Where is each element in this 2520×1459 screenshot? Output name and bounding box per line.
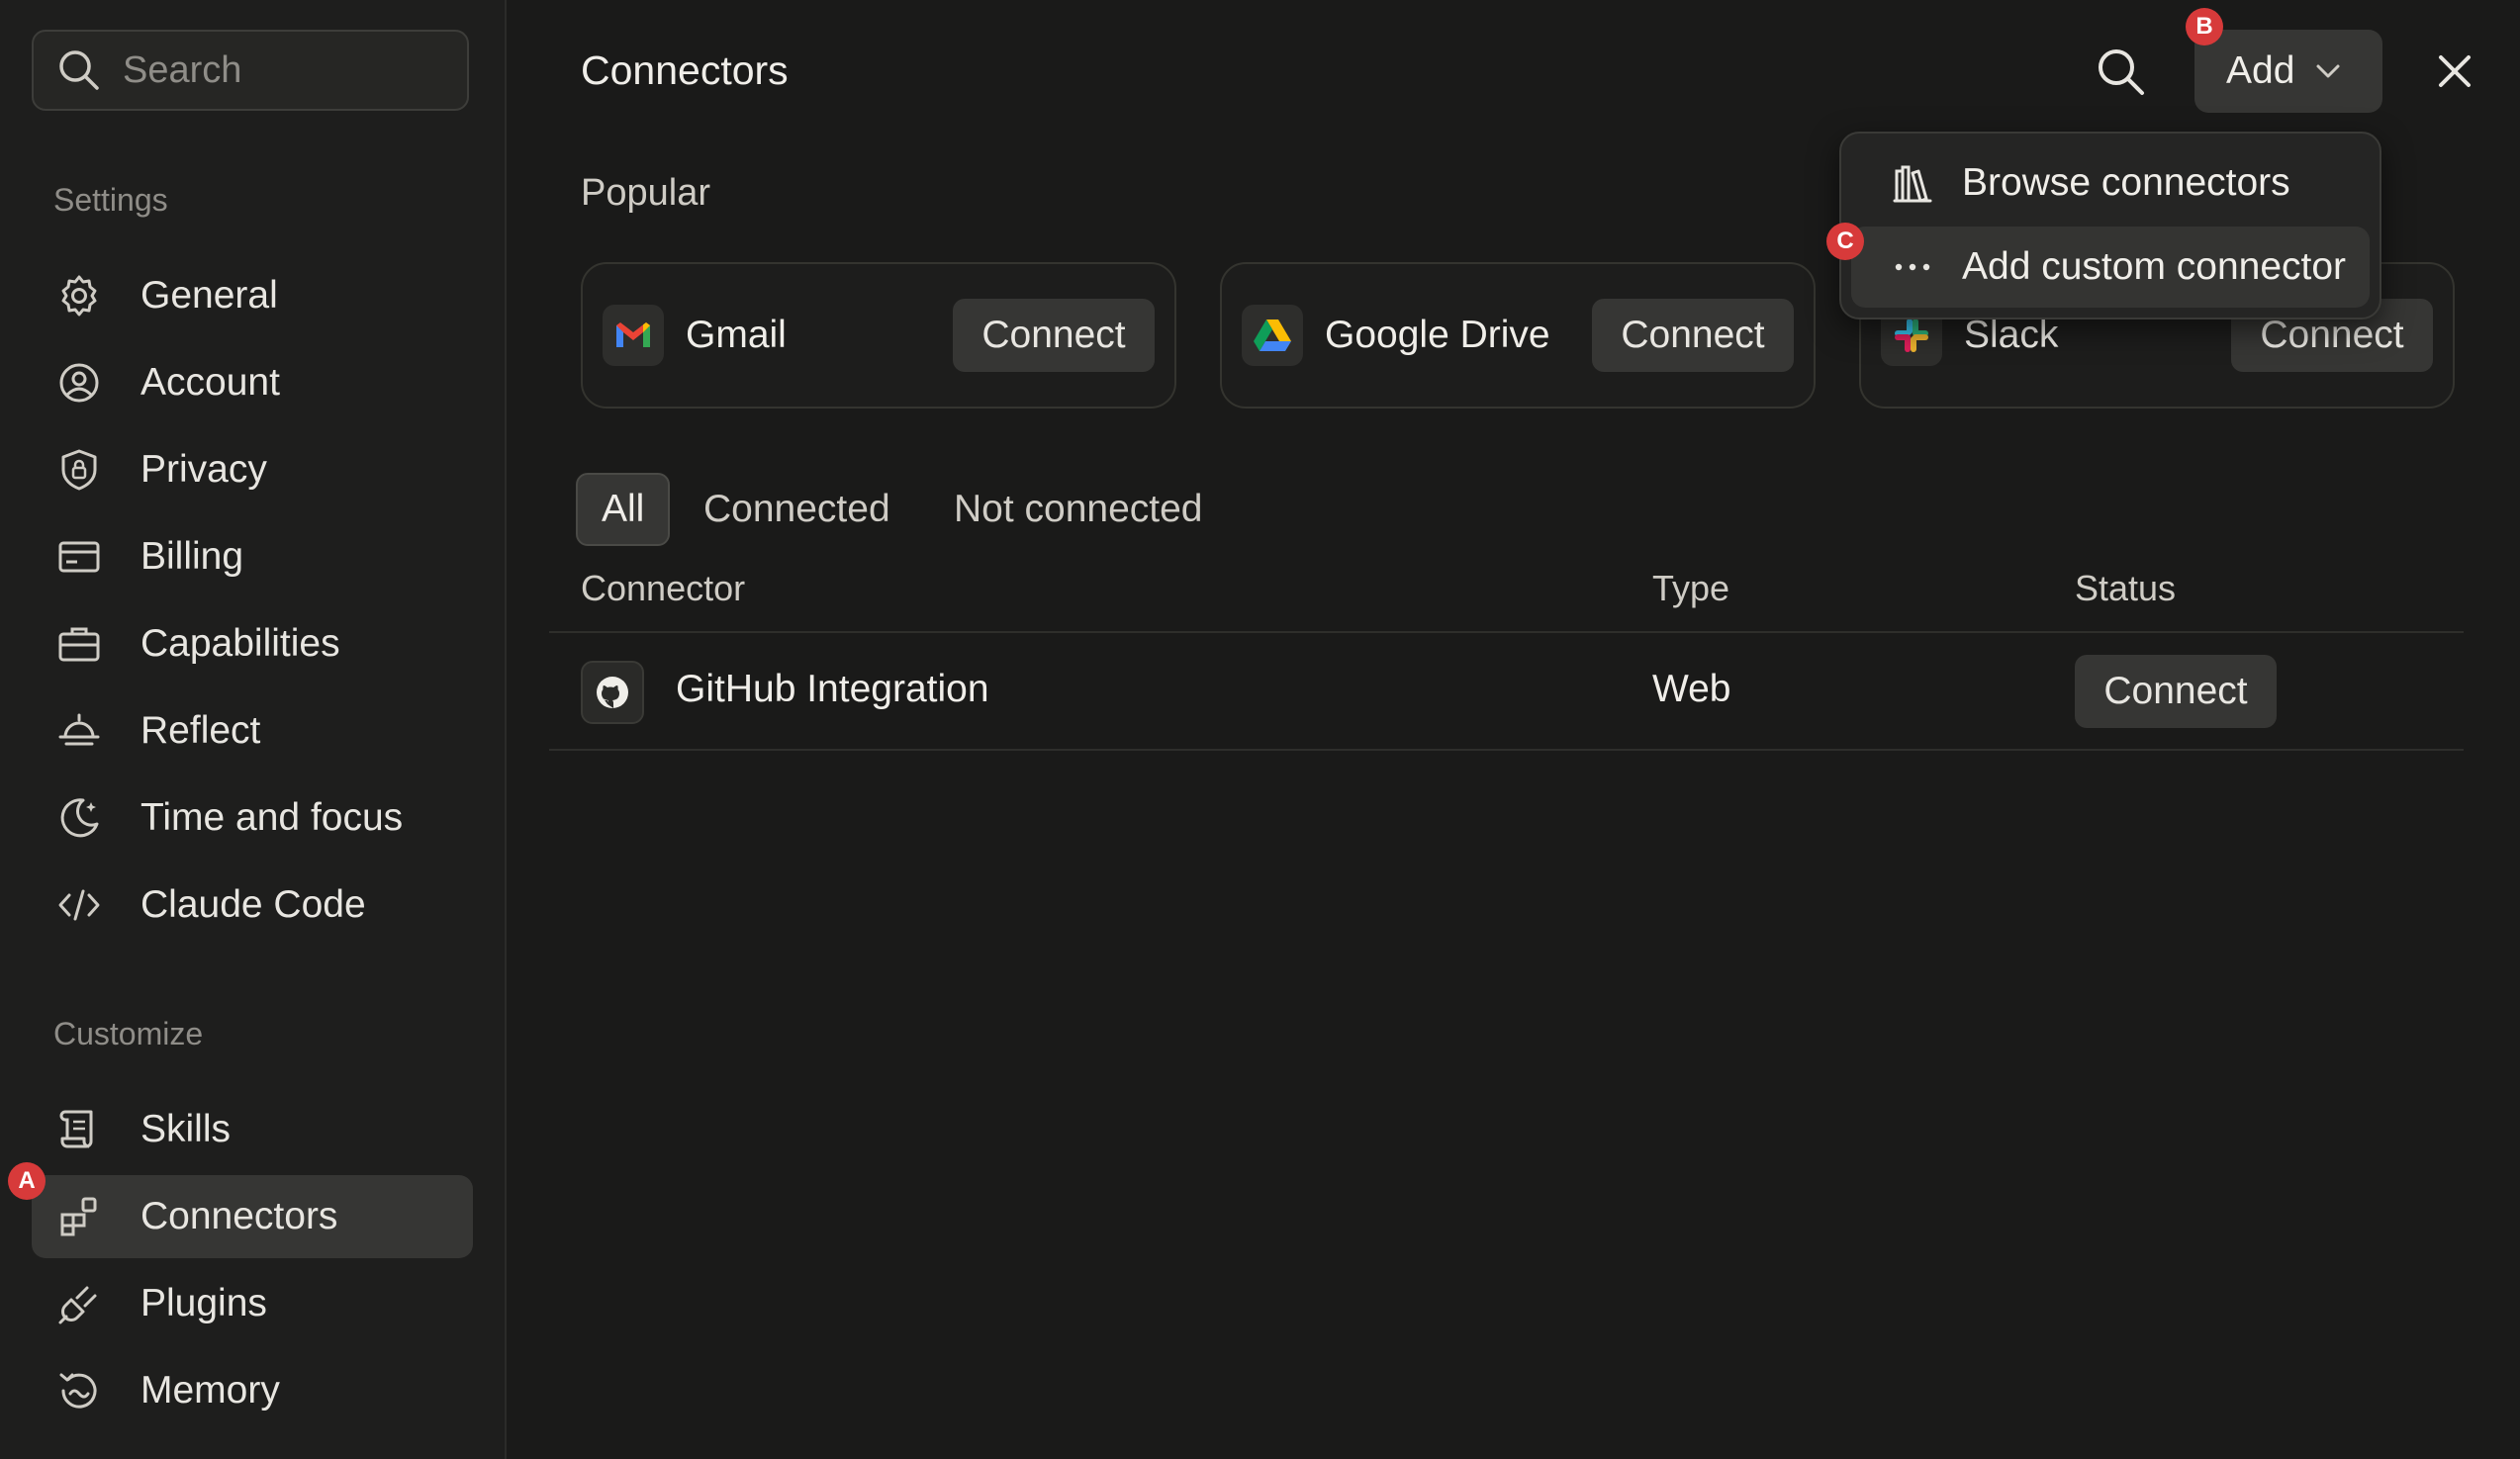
search-icon [55, 46, 103, 94]
sidebar-item-account[interactable]: Account [32, 341, 473, 424]
more-dots-icon [1891, 245, 1934, 289]
annotation-badge-b: B [2186, 8, 2223, 46]
menu-item-label: Browse connectors [1962, 161, 2290, 204]
connect-button[interactable]: Connect [953, 299, 1155, 372]
annotation-badge-c: C [1826, 223, 1864, 260]
filter-tab-all[interactable]: All [576, 473, 671, 546]
gmail-icon [603, 305, 664, 366]
google-drive-icon [1242, 305, 1303, 366]
menu-item-label: Add custom connector [1962, 245, 2347, 288]
shield-lock-icon [55, 446, 103, 494]
connectors-icon [55, 1193, 103, 1240]
page-title: Connectors [581, 47, 789, 93]
sidebar-item-label: Memory [140, 1369, 280, 1412]
add-dropdown-menu: Browse connectors Add custom connector [1839, 132, 2381, 319]
table-divider [549, 631, 2464, 633]
sidebar-item-label: Billing [140, 535, 244, 578]
customize-section-title: Customize [53, 1016, 204, 1051]
sidebar-item-connectors[interactable]: Connectors [32, 1175, 473, 1258]
sidebar-item-label: Skills [140, 1108, 232, 1150]
sidebar-item-skills[interactable]: Skills [32, 1088, 473, 1171]
column-header-status[interactable]: Status [2075, 568, 2176, 609]
search-icon [2093, 44, 2148, 99]
sidebar-search[interactable] [32, 30, 469, 111]
sidebar-item-reflect[interactable]: Reflect [32, 689, 473, 773]
menu-item-browse-connectors[interactable]: Browse connectors [1851, 142, 2370, 224]
chevron-down-icon [2312, 55, 2344, 87]
popular-card-gmail: Gmail Connect [581, 262, 1176, 409]
add-button-label: Add [2226, 49, 2295, 92]
code-icon [55, 881, 103, 929]
sidebar-item-label: Time and focus [140, 796, 404, 839]
connector-name: Gmail [686, 314, 787, 356]
popular-card-google-drive: Google Drive Connect [1220, 262, 1816, 409]
briefcase-icon [55, 620, 103, 668]
connect-button[interactable]: Connect [2075, 655, 2277, 728]
connector-name: GitHub Integration [676, 668, 989, 710]
sidebar-item-label: Plugins [140, 1282, 267, 1324]
user-circle-icon [55, 359, 103, 407]
scroll-icon [55, 1106, 103, 1153]
connector-type: Web [1652, 668, 1731, 710]
sidebar-item-capabilities[interactable]: Capabilities [32, 602, 473, 685]
menu-item-add-custom-connector[interactable]: Add custom connector [1851, 227, 2370, 308]
sidebar-item-label: Reflect [140, 709, 261, 752]
column-header-type[interactable]: Type [1652, 568, 1729, 609]
settings-section-title: Settings [53, 182, 168, 218]
sunset-icon [55, 707, 103, 755]
moon-icon [55, 794, 103, 842]
connector-search-button[interactable] [2093, 44, 2148, 99]
filter-tab-connected[interactable]: Connected [703, 473, 890, 546]
plug-icon [55, 1280, 103, 1327]
sidebar-item-memory[interactable]: Memory [32, 1349, 473, 1432]
library-icon [1891, 161, 1934, 205]
sidebar-item-label: Capabilities [140, 622, 340, 665]
column-header-connector[interactable]: Connector [581, 568, 745, 609]
memory-icon [55, 1367, 103, 1414]
sidebar: Settings General Account Privacy Billing… [0, 0, 507, 1459]
sidebar-item-label: Account [140, 361, 280, 404]
sidebar-item-label: Claude Code [140, 883, 366, 926]
add-button[interactable]: Add [2194, 30, 2382, 113]
credit-card-icon [55, 533, 103, 581]
close-button[interactable] [2433, 49, 2476, 93]
sidebar-item-claude-code[interactable]: Claude Code [32, 864, 473, 947]
sidebar-item-label: Privacy [140, 448, 267, 491]
sidebar-item-billing[interactable]: Billing [32, 515, 473, 598]
sidebar-item-label: General [140, 274, 278, 317]
connect-button[interactable]: Connect [1592, 299, 1794, 372]
connector-name: Google Drive [1325, 314, 1550, 356]
popular-section-title: Popular [581, 172, 710, 214]
filter-tab-not-connected[interactable]: Not connected [954, 473, 1203, 546]
sidebar-item-privacy[interactable]: Privacy [32, 428, 473, 511]
github-icon [581, 661, 644, 724]
sidebar-item-general[interactable]: General [32, 254, 473, 337]
annotation-badge-a: A [8, 1162, 46, 1200]
search-input[interactable] [121, 47, 441, 93]
sidebar-item-time-and-focus[interactable]: Time and focus [32, 776, 473, 860]
connector-name: Slack [1964, 314, 2059, 356]
gear-icon [55, 272, 103, 319]
sidebar-item-label: Connectors [140, 1195, 338, 1237]
sidebar-item-plugins[interactable]: Plugins [32, 1262, 473, 1345]
close-icon [2433, 49, 2476, 93]
table-divider [549, 749, 2464, 751]
